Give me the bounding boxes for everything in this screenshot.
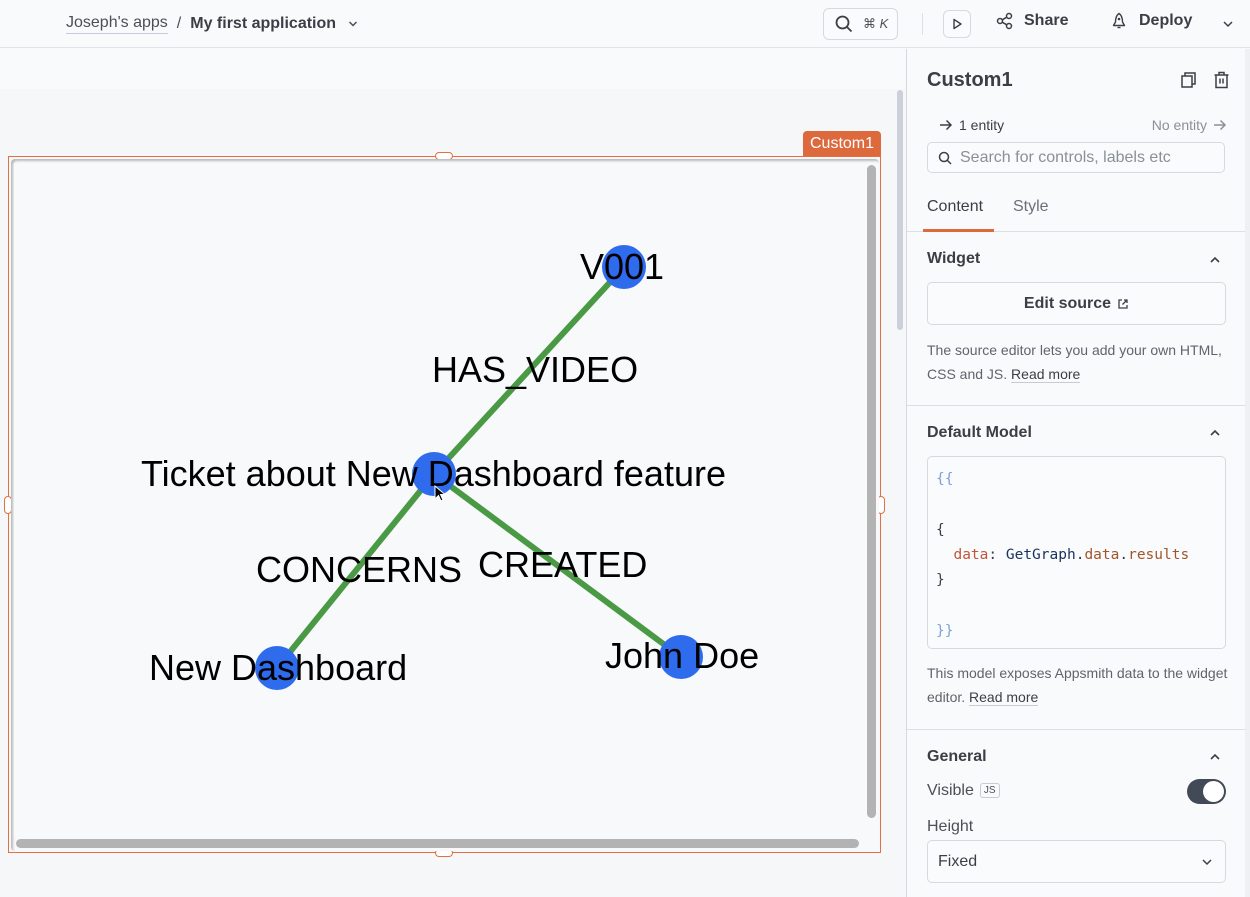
- copy-icon[interactable]: [1180, 71, 1198, 89]
- code-colon: :: [988, 546, 1006, 563]
- default-model-code-editor[interactable]: {{ { data: GetGraph.data.results } }}: [927, 456, 1226, 649]
- canvas-scrollbar[interactable]: [897, 90, 903, 330]
- app-name[interactable]: My first application: [190, 15, 336, 33]
- incoming-entities-link[interactable]: 1 entity: [939, 117, 1004, 133]
- code-key: data: [953, 546, 989, 563]
- shortcut-hint: ⌘ K: [863, 16, 889, 31]
- widget-title[interactable]: Custom1: [927, 69, 1013, 92]
- chevron-down-icon: [1202, 858, 1212, 865]
- section-title-general[interactable]: General: [927, 748, 987, 766]
- graph-node-label: New Dashboard: [149, 647, 407, 688]
- search-icon: [835, 15, 853, 33]
- code-dot: .: [1119, 546, 1129, 563]
- share-icon: [996, 12, 1013, 30]
- chevron-down-icon[interactable]: [1222, 18, 1234, 30]
- property-tabs: Content Style: [907, 194, 1250, 232]
- property-pane: Custom1 1 entity No entity Content Style…: [906, 49, 1250, 897]
- edit-source-label: Edit source: [1023, 294, 1112, 312]
- height-select-value: Fixed: [938, 852, 978, 870]
- property-search: [927, 142, 1225, 173]
- canvas-top-band: [0, 49, 906, 89]
- search-icon: [938, 151, 952, 165]
- active-tab-indicator: [923, 229, 994, 232]
- arrow-right-icon: [1214, 119, 1227, 131]
- section-title-widget[interactable]: Widget: [927, 250, 980, 268]
- widget-horizontal-scrollbar[interactable]: [16, 839, 859, 848]
- edit-source-button[interactable]: Edit source: [927, 282, 1226, 325]
- outgoing-entities-label: No entity: [1151, 117, 1207, 133]
- section-title-default-model[interactable]: Default Model: [927, 424, 1032, 442]
- tab-content[interactable]: Content: [927, 198, 983, 228]
- code-object-ref: GetGraph: [1005, 546, 1076, 563]
- graph-node-label: V001: [580, 246, 664, 287]
- omnibar-search-button[interactable]: ⌘ K: [823, 8, 898, 40]
- preview-button[interactable]: [943, 10, 971, 38]
- share-button[interactable]: Share: [996, 12, 1068, 30]
- code-prop-results: results: [1128, 546, 1190, 563]
- entity-connections: 1 entity No entity: [939, 117, 1227, 133]
- property-search-input[interactable]: [960, 148, 1210, 167]
- graph-edge-label: HAS_VIDEO: [432, 349, 638, 390]
- section-divider: [907, 729, 1246, 730]
- code-object-open: {: [936, 521, 945, 538]
- toggle-knob: [1203, 781, 1224, 802]
- deploy-button[interactable]: Deploy: [1110, 12, 1192, 30]
- graph-node-label: John Doe: [605, 635, 759, 676]
- share-label: Share: [1024, 12, 1069, 29]
- visible-field: Visible JS: [927, 782, 1000, 800]
- outgoing-entities-link[interactable]: No entity: [1152, 117, 1227, 133]
- widget-name-tag[interactable]: Custom1: [803, 131, 882, 156]
- mouse-cursor-icon: [434, 485, 446, 502]
- height-label: Height: [927, 818, 974, 835]
- default-model-read-more-link[interactable]: Read more: [969, 689, 1039, 706]
- incoming-entities-label: 1 entity: [959, 117, 1005, 133]
- widget-read-more-link[interactable]: Read more: [1011, 366, 1081, 383]
- code-binding-open: {{: [936, 471, 954, 487]
- js-toggle-badge[interactable]: JS: [979, 783, 1000, 798]
- trash-icon[interactable]: [1213, 71, 1230, 89]
- rocket-icon: [1112, 12, 1126, 29]
- section-divider: [907, 405, 1246, 406]
- chevron-up-icon[interactable]: [1208, 751, 1222, 763]
- default-model-help-text: This model exposes Appsmith data to the …: [927, 661, 1232, 709]
- tab-style[interactable]: Style: [1013, 198, 1049, 228]
- external-link-icon: [1118, 298, 1128, 309]
- widget-help-text: The source editor lets you add your own …: [927, 338, 1232, 386]
- height-select[interactable]: Fixed: [927, 840, 1226, 883]
- play-icon: [953, 18, 962, 30]
- breadcrumb-workspace-link[interactable]: Joseph's apps: [66, 14, 168, 34]
- graph-edge-label: CREATED: [478, 544, 647, 585]
- code-binding-close: }}: [936, 622, 954, 639]
- chevron-up-icon[interactable]: [1208, 254, 1222, 266]
- code-prop-data: data: [1084, 546, 1120, 563]
- deploy-label: Deploy: [1139, 12, 1193, 29]
- arrow-right-icon: [940, 119, 953, 131]
- widget-vertical-scrollbar[interactable]: [867, 165, 876, 818]
- visible-toggle[interactable]: [1187, 779, 1226, 804]
- code-object-close: }: [936, 572, 945, 589]
- graph-edge-label: CONCERNS: [256, 549, 462, 590]
- top-header: Joseph's apps / My first application ⌘ K…: [0, 0, 1250, 48]
- visible-label: Visible: [927, 782, 974, 799]
- chevron-up-icon[interactable]: [1208, 427, 1222, 439]
- chevron-down-icon[interactable]: [348, 19, 358, 29]
- panel-scrollbar-track[interactable]: [1245, 49, 1250, 897]
- breadcrumb-separator: /: [176, 15, 182, 32]
- header-divider: [922, 13, 923, 35]
- breadcrumb: Joseph's apps / My first application: [66, 14, 358, 34]
